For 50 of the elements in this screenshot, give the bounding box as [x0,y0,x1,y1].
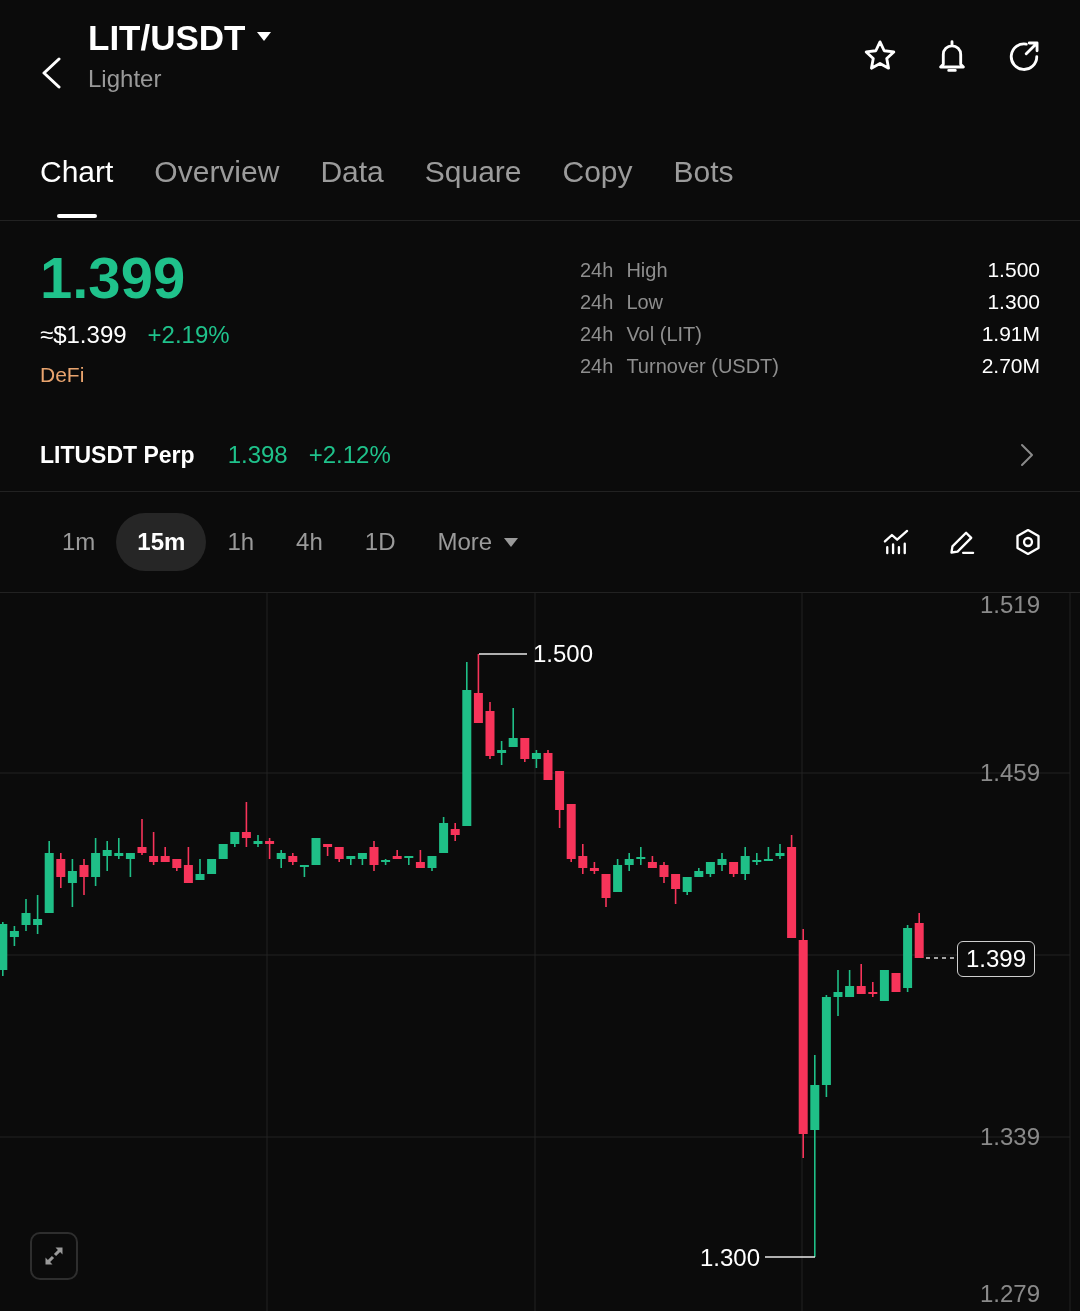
settings-icon[interactable] [1014,528,1042,556]
perp-name: LITUSDT Perp [40,441,195,469]
axis-label: 1.459 [979,759,1040,787]
leader-line [764,1256,816,1258]
chevron-right-icon[interactable] [1020,443,1034,467]
price-dashed-line [925,957,955,959]
tab[interactable]: Chart [40,120,114,220]
interval-button[interactable]: 1h [206,513,276,571]
tab[interactable]: Copy [562,120,633,220]
interval-button[interactable]: 4h [275,513,344,571]
perp-price: 1.398 [227,441,288,469]
more-button[interactable]: More [416,513,540,571]
stat-value: 1.500 [986,257,1040,283]
tab[interactable]: Bots [673,120,734,220]
high-price-label: 1.500 [533,640,594,668]
usd-price: ≈$1.399 [40,320,127,350]
pair-subtitle: Lighter [88,64,162,94]
stat-value: 1.91M [981,321,1040,347]
chevron-left-icon[interactable] [40,57,62,89]
price-change: +2.19% [147,320,230,350]
stat-period: 24h [580,354,614,379]
axis-label: 1.339 [979,1123,1040,1151]
tab[interactable]: Overview [154,120,280,220]
pair-selector[interactable]: LIT/USDT [88,18,272,58]
caret-down-icon [504,537,519,547]
stat-value: 1.300 [986,289,1040,315]
last-price: 1.399 [40,249,186,307]
interval-button[interactable]: 15m [116,513,207,571]
stat-value: 2.70M [981,353,1040,379]
tab[interactable]: Data [320,120,384,220]
stat-label: Vol (LIT) [626,322,703,347]
stat-period: 24h [580,258,614,283]
interval-button[interactable]: 1m [41,513,117,571]
stat-label: Turnover (USDT) [626,354,780,379]
tab[interactable]: Square [424,120,522,220]
line-chart-icon[interactable] [882,528,910,556]
low-price-label: 1.300 [699,1244,760,1272]
stat-period: 24h [580,290,614,315]
axis-label: 1.519 [979,593,1040,619]
stat-label: High [626,258,669,283]
expand-button[interactable] [30,1232,78,1280]
caret-down-icon [257,31,272,41]
axis-label: 1.279 [979,1280,1040,1308]
leader-line [478,653,528,655]
stat-label: Low [626,290,665,315]
last-price-tag: 1.399 [957,941,1036,977]
stat-period: 24h [580,322,614,347]
category-label: DeFi [40,362,85,388]
perp-change: +2.12% [308,441,391,469]
interval-button[interactable]: 1D [343,513,417,571]
